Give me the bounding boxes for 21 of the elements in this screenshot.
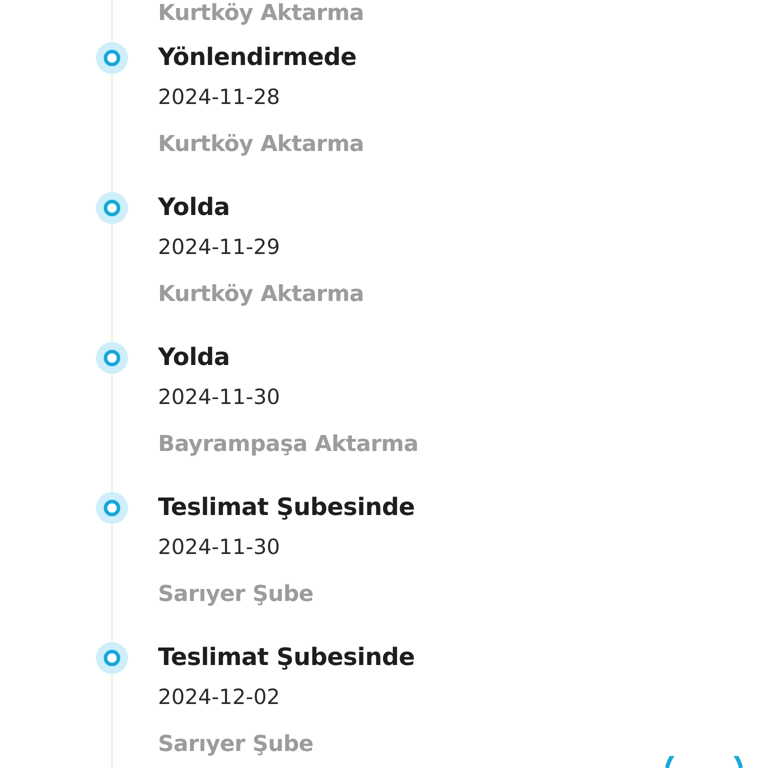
location-text: Sarıyer Şube — [158, 581, 314, 609]
date-text: 2024-12-02 — [158, 684, 282, 711]
location-text: Kurtköy Aktarma — [158, 1, 364, 27]
timeline-dot-icon — [96, 492, 128, 524]
date-text: 2024-11-30 — [158, 384, 282, 411]
location-text: Kurtköy Aktarma — [158, 131, 364, 159]
timeline-dot-icon — [96, 192, 128, 224]
date-text: 2024-11-30 — [158, 534, 282, 561]
timeline-dot-icon — [96, 42, 128, 74]
status-title: Teslimat Şubesinde — [158, 492, 415, 523]
location-text: Sarıyer Şube — [158, 731, 314, 759]
date-text: 2024-11-28 — [158, 84, 282, 111]
location-text: Bayrampaşa Aktarma — [158, 431, 418, 459]
status-title: Yolda — [158, 192, 231, 223]
status-title: Yolda — [158, 342, 231, 373]
status-title: Yönlendirmede — [158, 42, 358, 73]
status-title: Teslimat Şubesinde — [158, 642, 415, 673]
timeline-dot-icon — [96, 642, 128, 674]
timeline-dot-icon — [96, 342, 128, 374]
location-text: Kurtköy Aktarma — [158, 281, 364, 309]
date-text: 2024-11-29 — [158, 234, 282, 261]
